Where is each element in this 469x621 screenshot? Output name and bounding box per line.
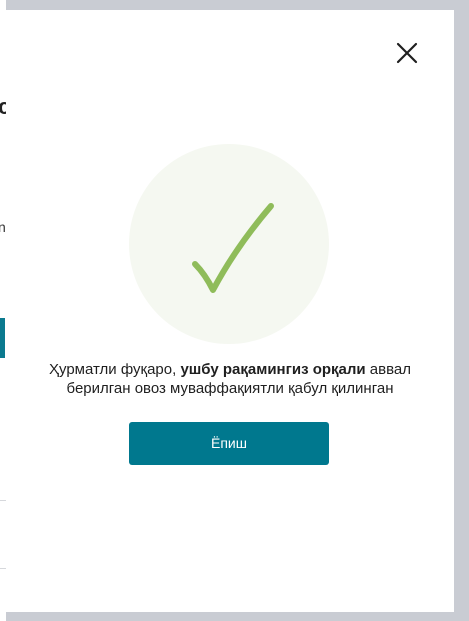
close-button[interactable] [395,41,419,65]
success-indicator [129,144,329,344]
screen: с n Ҳурматли фуқаро, ушбу рақамингиз орқ… [0,0,469,621]
success-message: Ҳурматли фуқаро, ушбу рақамингиз орқали … [20,360,440,398]
background-button [0,318,5,358]
close-modal-button[interactable]: Ёпиш [129,422,329,465]
close-icon [396,42,418,64]
checkmark-icon [192,203,274,293]
background-text-fragment: n [0,219,6,235]
success-modal: Ҳурматли фуқаро, ушбу рақамингиз орқали … [6,10,454,612]
message-emphasis: ушбу рақамингиз орқали [180,361,366,378]
message-text: Ҳурматли фуқаро, [49,361,181,378]
